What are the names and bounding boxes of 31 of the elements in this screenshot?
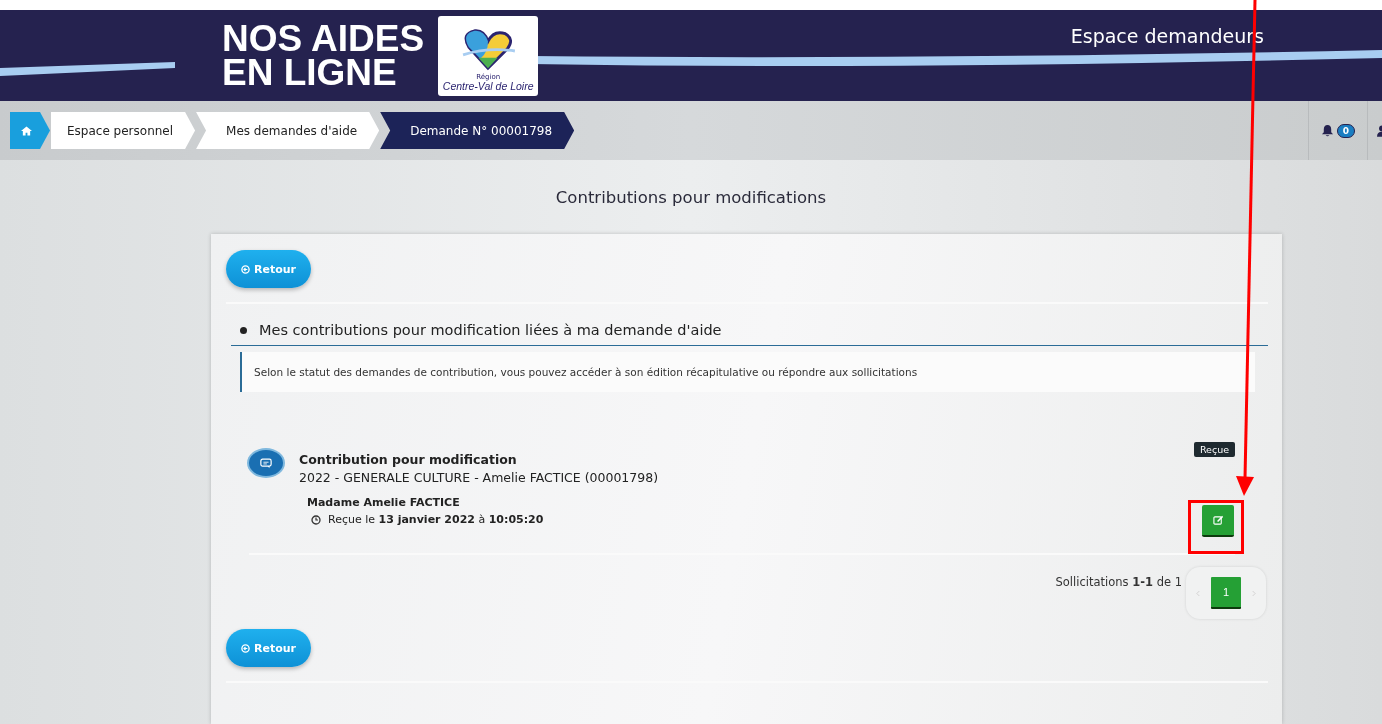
back-arrow-icon: [241, 264, 250, 274]
contribution-title: Contribution pour modification: [299, 452, 518, 467]
breadcrumb-link[interactable]: Demande N° 00001798: [380, 112, 575, 149]
page-title: Contributions pour modifications: [555, 188, 827, 207]
person-name: Madame Amelie FACTICE: [307, 496, 461, 509]
received-date: Reçue le 13 janvier 2022 à 10:05:20: [328, 513, 544, 526]
page-button[interactable]: 1: [1211, 577, 1241, 609]
breadcrumb-link[interactable]: Espace personnel: [51, 112, 196, 149]
edit-button[interactable]: [1202, 505, 1234, 537]
site-title: NOS AIDES: [222, 21, 425, 56]
back-arrow-icon: [241, 643, 250, 653]
home-icon: [20, 125, 32, 136]
status-badge: Reçue: [1193, 442, 1235, 457]
clock-icon: [311, 514, 321, 525]
bell-icon: [1320, 124, 1334, 137]
site-title: EN LIGNE: [222, 55, 398, 90]
home-breadcrumb[interactable]: [10, 112, 50, 149]
notification-count: 0: [1336, 123, 1355, 138]
notification-button[interactable]: 0: [1307, 101, 1368, 160]
highlight-frame: [1188, 500, 1244, 554]
pagination-summary: Sollicitations 1-1 de 1: [1055, 575, 1182, 589]
logo-caption: Centre-Val de Loire: [442, 79, 534, 92]
bullet-icon: [240, 326, 247, 334]
back-button[interactable]: Retour: [226, 250, 311, 288]
breadcrumb-link[interactable]: Mes demandes d'aide: [196, 112, 380, 149]
back-button[interactable]: Retour: [226, 629, 311, 667]
section-title: Mes contributions pour modification liées à ma demande d'aide: [259, 322, 722, 338]
chat-icon: [249, 450, 283, 476]
contribution-subtitle: 2022 - GENERALE CULTURE - Amelie FACTICE (00001798): [299, 470, 660, 485]
edit-icon: [1212, 514, 1224, 526]
info-message: Selon le statut des demandes de contribution, vous pouvez accéder à son édition récapitulative ou répondre aux sollicitations: [240, 352, 1255, 392]
